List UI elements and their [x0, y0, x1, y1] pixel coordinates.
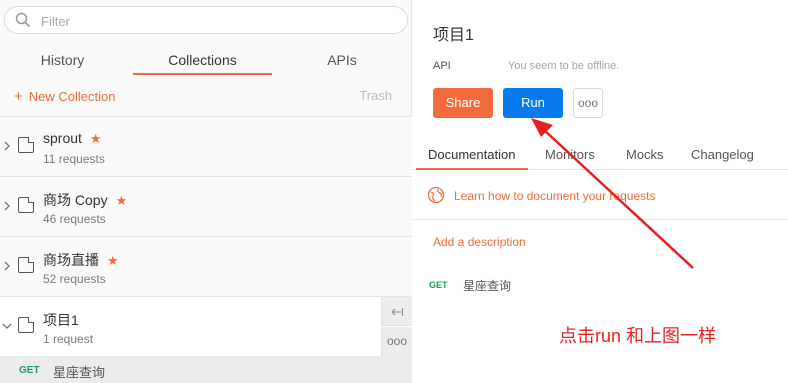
collection-item-sprout[interactable]: sprout ★ 11 requests — [0, 116, 412, 176]
collection-count: 11 requests — [43, 152, 105, 166]
collection-icon — [18, 257, 34, 273]
collection-title: 项目1 — [433, 27, 474, 44]
method-badge: GET — [429, 280, 448, 290]
tab-history[interactable]: History — [0, 52, 125, 68]
star-icon[interactable]: ★ — [90, 131, 102, 146]
collection-count: 46 requests — [43, 212, 106, 226]
method-badge: GET — [19, 365, 40, 376]
sidebar: Filter History Collections APIs + New Col… — [0, 0, 412, 383]
chevron-right-icon[interactable] — [2, 201, 12, 211]
collection-detail: 项目1 API You seem to be offline. Share Ru… — [413, 0, 788, 383]
offline-notice: You seem to be offline. — [508, 60, 620, 72]
detail-tabs: Documentation Monitors Mocks Changelog — [413, 140, 788, 170]
tab-changelog[interactable]: Changelog — [691, 147, 754, 162]
star-icon[interactable]: ★ — [116, 193, 128, 208]
search-placeholder: Filter — [41, 14, 70, 29]
divider — [413, 219, 788, 220]
new-collection-label: New Collection — [28, 89, 116, 104]
collection-name: 商场直播 ★ — [43, 250, 119, 270]
annotation-text: 点击run 和上图一样 — [559, 326, 717, 346]
collapse-panel-button[interactable] — [381, 297, 412, 326]
request-name[interactable]: 星座查询 — [463, 277, 511, 294]
active-detail-tab-indicator — [416, 168, 528, 170]
collection-name: 项目1 — [43, 310, 79, 330]
arrow-left-bar-icon — [391, 308, 403, 316]
active-tab-indicator — [133, 73, 272, 75]
search-box[interactable]: Filter — [4, 6, 408, 34]
collection-name: sprout ★ — [43, 130, 102, 147]
collection-icon — [18, 317, 34, 333]
globe-icon — [427, 186, 445, 204]
collection-count: 1 request — [43, 332, 94, 346]
collection-name-text: 项目1 — [43, 312, 79, 328]
add-description-link[interactable]: Add a description — [433, 235, 526, 249]
collection-item-shangchang-zhibo[interactable]: 商场直播 ★ 52 requests — [0, 236, 412, 296]
collection-count: 52 requests — [43, 272, 106, 286]
collection-more-button[interactable]: ooo — [381, 327, 412, 356]
trash-button[interactable]: Trash — [359, 88, 392, 103]
learn-docs-text: Learn how to document your requests — [454, 189, 656, 203]
request-row[interactable]: GET 星座查询 — [0, 356, 412, 383]
chevron-down-icon[interactable] — [2, 321, 12, 331]
collection-name-text: 商场直播 — [43, 252, 99, 268]
collection-name-text: sprout — [43, 130, 82, 146]
share-button[interactable]: Share — [433, 88, 493, 118]
collection-item-shangchang-copy[interactable]: 商场 Copy ★ 46 requests — [0, 176, 412, 236]
more-icon: ooo — [386, 334, 408, 348]
collection-actions: + New Collection Trash — [0, 84, 412, 108]
collection-name-text: 商场 Copy — [43, 192, 108, 208]
tab-mocks[interactable]: Mocks — [626, 147, 664, 162]
more-options-button[interactable]: ooo — [573, 88, 603, 118]
search-icon — [15, 12, 31, 28]
chevron-right-icon[interactable] — [2, 141, 12, 151]
run-button[interactable]: Run — [503, 88, 563, 118]
collection-icon — [18, 137, 34, 153]
tab-monitors[interactable]: Monitors — [545, 147, 595, 162]
star-icon[interactable]: ★ — [107, 253, 119, 268]
tab-collections[interactable]: Collections — [133, 52, 272, 68]
new-collection-button[interactable]: + New Collection — [14, 88, 115, 105]
chevron-right-icon[interactable] — [2, 261, 12, 271]
collection-name: 商场 Copy ★ — [43, 190, 127, 210]
plus-icon: + — [14, 88, 23, 105]
tab-apis[interactable]: APIs — [272, 52, 412, 68]
sidebar-tabs: History Collections APIs — [0, 44, 412, 76]
collection-side-buttons: ooo — [381, 297, 412, 357]
request-name: 星座查询 — [53, 365, 106, 380]
api-label: API — [433, 60, 451, 72]
tab-documentation[interactable]: Documentation — [428, 147, 515, 162]
collection-icon — [18, 197, 34, 213]
collection-item-xiangmu1[interactable]: 项目1 1 request ooo — [0, 296, 412, 356]
